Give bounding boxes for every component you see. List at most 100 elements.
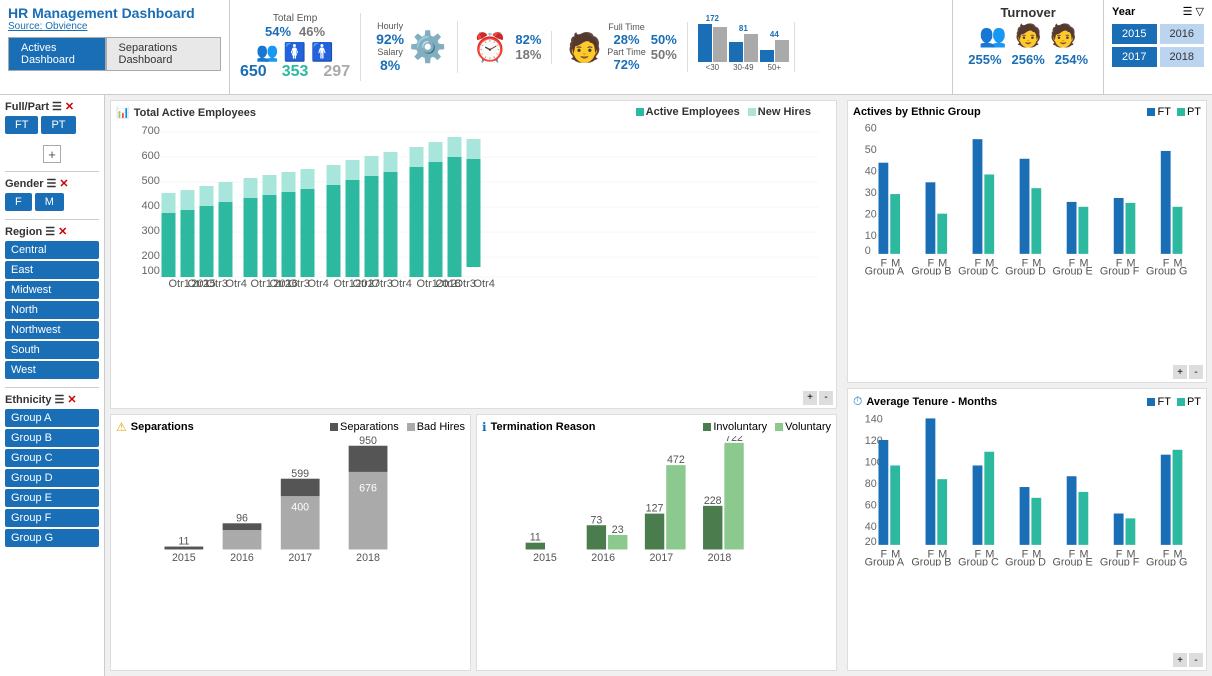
region-filter-icon[interactable]: ☰ — [45, 225, 55, 238]
ethnic-leg-pt: PT — [1177, 106, 1201, 118]
ethnicity-clear-icon[interactable]: ✕ — [67, 393, 76, 406]
ft-button[interactable]: FT — [5, 116, 38, 134]
svg-text:472: 472 — [667, 454, 685, 466]
group-e[interactable]: Group E — [5, 489, 99, 507]
svg-text:40: 40 — [865, 165, 877, 177]
salary-label: Salary — [377, 47, 403, 57]
svg-text:2016: 2016 — [591, 552, 615, 564]
svg-text:2015: 2015 — [172, 552, 196, 564]
group-a[interactable]: Group A — [5, 409, 99, 427]
ethnic-legend: FT PT — [1147, 106, 1201, 118]
region-west[interactable]: West — [5, 361, 99, 379]
svg-text:Qtr4: Qtr4 — [474, 278, 495, 287]
svg-text:40: 40 — [865, 521, 877, 533]
female-button[interactable]: F — [5, 193, 32, 211]
tenure-zoom-in[interactable]: + — [1173, 653, 1187, 667]
region-south[interactable]: South — [5, 341, 99, 359]
svg-text:600: 600 — [142, 150, 160, 162]
term-leg-2: Voluntary — [775, 421, 831, 433]
pct-82: 82% — [515, 32, 541, 47]
tab-separations[interactable]: Separations Dashboard — [106, 37, 222, 71]
zoom-in[interactable]: + — [803, 391, 817, 405]
region-north[interactable]: North — [5, 301, 99, 319]
tab-actives[interactable]: Actives Dashboard — [8, 37, 106, 71]
termination-title: Termination Reason — [491, 421, 596, 433]
age-lt30: <30 — [706, 63, 720, 72]
zoom-out[interactable]: - — [819, 391, 833, 405]
center-content: 📊 Total Active Employees Active Employee… — [105, 95, 842, 676]
gender-clear-icon[interactable]: ✕ — [59, 177, 68, 190]
fullpart-label: Full/Part ☰ ✕ — [5, 100, 99, 113]
filter-icon[interactable]: ☰ — [1183, 5, 1193, 18]
svg-text:Group F: Group F — [1100, 556, 1140, 566]
svg-text:Group F: Group F — [1100, 265, 1140, 275]
region-midwest[interactable]: Midwest — [5, 281, 99, 299]
pct-18: 18% — [515, 47, 541, 62]
ethnicity-list: Group A Group B Group C Group D Group E … — [5, 409, 99, 547]
gender-buttons: F M — [5, 193, 99, 211]
pt-pct2: 50% — [651, 47, 677, 62]
tab-bar: Actives Dashboard Separations Dashboard — [8, 32, 221, 71]
svg-text:Group C: Group C — [958, 265, 999, 275]
app-title: HR Management Dashboard — [8, 5, 221, 21]
age-50plus: 50+ — [768, 63, 782, 72]
svg-text:50: 50 — [865, 144, 877, 156]
year-2016-btn[interactable]: 2016 — [1160, 24, 1204, 44]
ethnic-zoom-in[interactable]: + — [1173, 365, 1187, 379]
total-emp-label: Total Emp — [273, 13, 317, 24]
svg-text:Group E: Group E — [1053, 265, 1093, 275]
total-active-controls: + - — [803, 391, 833, 405]
warning-icon: ⚠ — [116, 420, 127, 434]
year-selector: Year ☰ ▽ 2015 2016 2017 2018 — [1104, 0, 1212, 94]
ethnic-controls: + - — [1173, 365, 1203, 379]
tenure-zoom-out[interactable]: - — [1189, 653, 1203, 667]
svg-text:23: 23 — [612, 524, 624, 536]
gender-filter-icon[interactable]: ☰ — [47, 177, 57, 190]
group-f[interactable]: Group F — [5, 509, 99, 527]
svg-text:2018: 2018 — [356, 552, 380, 564]
ft-pct2: 50% — [651, 32, 677, 47]
legend-active: Active Employees — [636, 106, 740, 118]
turnover-2017: 254% — [1055, 52, 1088, 67]
svg-text:Group C: Group C — [958, 556, 999, 566]
svg-text:500: 500 — [142, 175, 160, 187]
total-count: 650 — [240, 63, 267, 81]
pt-button[interactable]: PT — [41, 116, 75, 134]
add-button[interactable]: + — [43, 145, 61, 163]
ethnic-zoom-out[interactable]: - — [1189, 365, 1203, 379]
year-2015-btn[interactable]: 2015 — [1112, 24, 1156, 44]
year-2017-btn[interactable]: 2017 — [1112, 47, 1156, 67]
svg-text:2015: 2015 — [533, 552, 557, 564]
male-count: 297 — [323, 63, 350, 81]
svg-text:Group A: Group A — [865, 265, 905, 275]
turnover-section: Turnover 👥 🧑 🧑 255% 256% 254% — [953, 0, 1104, 94]
fullpart-clear-icon[interactable]: ✕ — [65, 100, 74, 113]
region-list: Central East Midwest North Northwest Sou… — [5, 241, 99, 379]
turnover-2016: 256% — [1012, 52, 1045, 67]
svg-text:950: 950 — [359, 436, 377, 447]
male-button[interactable]: M — [35, 193, 64, 211]
svg-text:Qtr4: Qtr4 — [308, 278, 329, 287]
fullpart-filter-icon[interactable]: ☰ — [52, 100, 62, 113]
region-central[interactable]: Central — [5, 241, 99, 259]
hourly-pct: 92% — [376, 31, 404, 47]
year-2018-btn[interactable]: 2018 — [1160, 47, 1204, 67]
group-g[interactable]: Group G — [5, 529, 99, 547]
group-d[interactable]: Group D — [5, 469, 99, 487]
actives-ethnic-chart: Actives by Ethnic Group FT PT 60 50 40 3… — [847, 100, 1207, 383]
funnel-icon[interactable]: ▽ — [1196, 5, 1204, 18]
ethnicity-label: Ethnicity ☰ ✕ — [5, 393, 99, 406]
svg-text:Group E: Group E — [1053, 556, 1093, 566]
region-clear-icon[interactable]: ✕ — [58, 225, 67, 238]
age-3049: 30-49 — [733, 63, 753, 72]
group-b[interactable]: Group B — [5, 429, 99, 447]
svg-text:11: 11 — [530, 531, 541, 543]
region-northwest[interactable]: Northwest — [5, 321, 99, 339]
region-filter: Region ☰ ✕ Central East Midwest North No… — [5, 225, 99, 379]
region-east[interactable]: East — [5, 261, 99, 279]
sep-leg-1: Separations — [330, 421, 399, 433]
ethnicity-filter-icon[interactable]: ☰ — [54, 393, 64, 406]
svg-text:400: 400 — [291, 501, 309, 513]
svg-text:140: 140 — [865, 413, 883, 425]
group-c[interactable]: Group C — [5, 449, 99, 467]
